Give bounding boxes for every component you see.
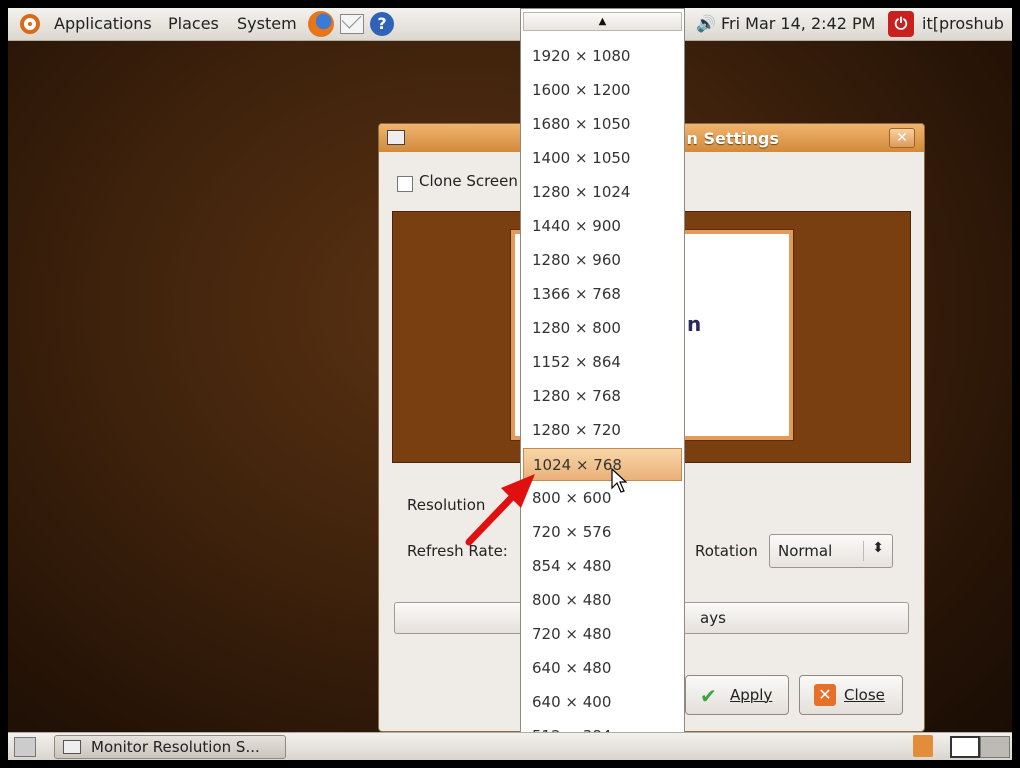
top-panel: Applications Places System ? 🔊 Fri Mar 1… [8,8,1012,41]
apply-button[interactable]: ✔ Apply [685,675,789,715]
apply-label: Apply [730,686,773,704]
detect-displays-label: ays [700,609,726,627]
resolution-option[interactable]: 720 × 480 [523,618,682,651]
resolution-option[interactable]: 1280 × 960 [523,244,682,277]
rotation-select[interactable]: Normal ⬍ [769,534,893,568]
power-icon[interactable]: ⏻ [888,11,914,37]
taskbar-window-button[interactable]: Monitor Resolution S... [54,735,286,759]
applications-menu[interactable]: Applications [54,14,152,33]
resolution-option[interactable]: 720 × 576 [523,516,682,549]
resolution-option[interactable]: 854 × 480 [523,550,682,583]
resolution-option[interactable]: 1680 × 1050 [523,108,682,141]
resolution-dropdown-list[interactable]: ▲ ▼ 1920 × 10801600 × 12001680 × 1050140… [520,8,685,760]
resolution-option[interactable]: 1440 × 900 [523,210,682,243]
workspace-1[interactable] [950,736,980,758]
red-arrow-annotation [465,474,535,546]
resolution-option[interactable]: 1280 × 768 [523,380,682,413]
resolution-option[interactable]: 1024 × 768 [523,448,682,481]
resolution-option[interactable]: 1600 × 1200 [523,74,682,107]
rotation-value: Normal [778,542,833,560]
close-icon[interactable]: ✕ [889,128,915,148]
show-desktop-icon[interactable] [14,737,36,757]
trash-icon[interactable] [913,735,933,757]
resolution-option[interactable]: 640 × 480 [523,652,682,685]
clone-screen-checkbox[interactable] [397,176,413,192]
firefox-icon[interactable] [308,11,334,37]
resolution-option[interactable]: 1920 × 1080 [523,40,682,73]
resolution-option[interactable]: 640 × 400 [523,686,682,719]
resolution-option[interactable]: 1280 × 720 [523,414,682,447]
workspace-2[interactable] [980,736,1010,758]
resolution-option[interactable]: 1152 × 864 [523,346,682,379]
mail-icon[interactable] [340,14,364,34]
clock[interactable]: Fri Mar 14, 2:42 PM [721,14,875,33]
scroll-up-arrow-icon[interactable]: ▲ [523,12,682,31]
system-menu[interactable]: System [237,14,297,33]
rotation-label: Rotation [695,542,758,560]
mouse-cursor-icon [611,468,627,493]
ubuntu-logo-icon[interactable] [20,14,40,34]
monitor-preview-label: n [687,312,702,336]
clone-screen-label: Clone Screen [419,172,518,190]
taskbar-window-label: Monitor Resolution S... [91,738,260,756]
close-x-icon: ✕ [814,684,836,706]
help-icon[interactable]: ? [370,12,394,36]
user-name[interactable]: it[proshub [922,14,1004,33]
resolution-option[interactable]: 800 × 480 [523,584,682,617]
resolution-option[interactable]: 800 × 600 [523,482,682,515]
resolution-option[interactable]: 1366 × 768 [523,278,682,311]
monitor-icon [387,130,405,145]
close-button[interactable]: ✕ Close [799,675,903,715]
places-menu[interactable]: Places [168,14,219,33]
resolution-option[interactable]: 1280 × 1024 [523,176,682,209]
bottom-panel: Monitor Resolution S... [8,732,1012,760]
close-label: Close [844,686,885,704]
volume-icon[interactable]: 🔊 [696,14,716,33]
updown-arrow-icon: ⬍ [872,540,884,556]
desktop: Applications Places System ? 🔊 Fri Mar 1… [8,8,1012,760]
combo-separator [863,541,864,561]
checkmark-icon: ✔ [700,684,717,708]
resolution-option[interactable]: 1400 × 1050 [523,142,682,175]
monitor-icon [63,740,81,754]
resolution-option[interactable]: 1280 × 800 [523,312,682,345]
